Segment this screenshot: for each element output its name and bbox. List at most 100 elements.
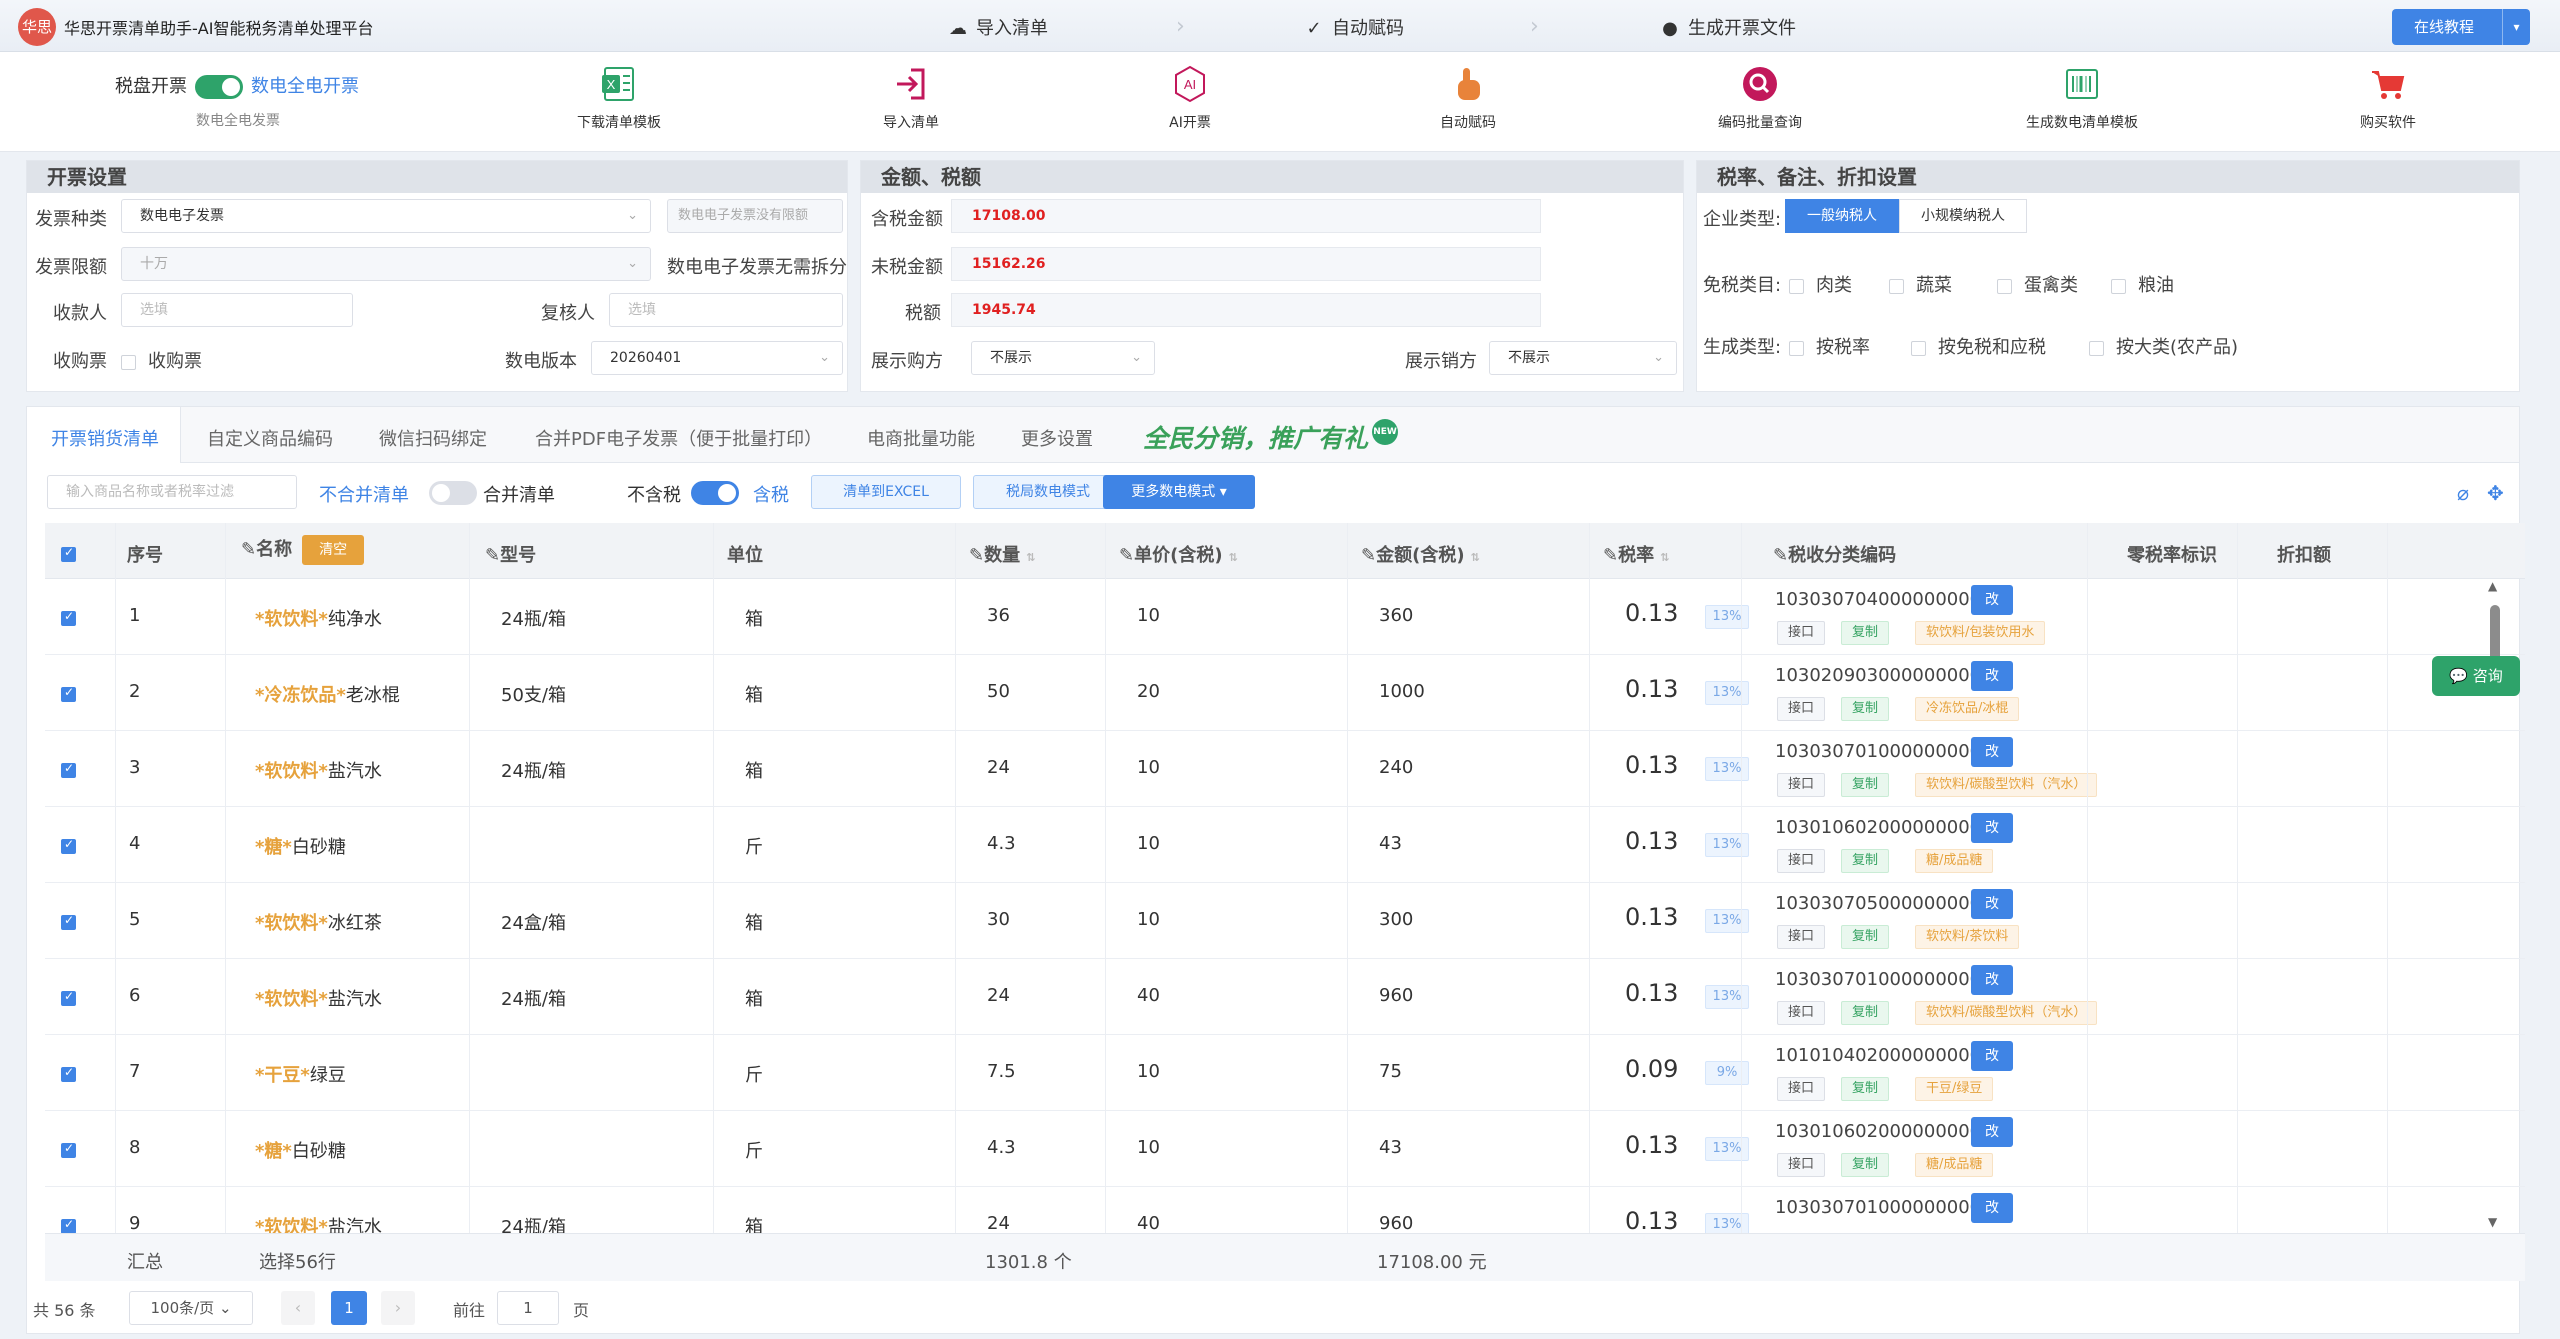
next-page-button[interactable]: ›	[381, 1291, 415, 1325]
row-model[interactable]: 50支/箱	[501, 681, 566, 707]
row-amount[interactable]: 960	[1379, 1213, 1413, 1233]
row-rate[interactable]: 0.13	[1625, 1131, 1678, 1159]
step-auto-code[interactable]: ✓ 自动赋码	[1304, 14, 1404, 40]
merge-toggle[interactable]	[421, 481, 485, 505]
table-row[interactable]: 8 *糖*白砂糖 斤 4.3 10 43 0.13 13% 103010602000000000…	[45, 1111, 2525, 1187]
sort-icon[interactable]: ⇅	[1229, 551, 1238, 564]
row-unit[interactable]: 箱	[745, 681, 763, 707]
row-price[interactable]: 10	[1137, 1061, 1160, 1082]
row-qty[interactable]: 24	[987, 985, 1010, 1006]
scroll-down-icon[interactable]: ▼	[2488, 1215, 2497, 1229]
merge-switch[interactable]	[429, 481, 477, 505]
row-qty[interactable]: 50	[987, 681, 1010, 702]
row-qty[interactable]: 24	[987, 757, 1010, 778]
tab-custom-code[interactable]: 自定义商品编码	[207, 425, 333, 451]
change-code-button[interactable]: 改	[1971, 1117, 2013, 1147]
row-qty[interactable]: 4.3	[987, 833, 1016, 854]
import-list-button[interactable]: 导入清单	[821, 64, 1001, 132]
api-button[interactable]: 接口	[1777, 621, 1826, 645]
table-row[interactable]: 1 *软饮料*纯净水 24瓶/箱 箱 36 10 360 0.13 13% 10303070400…	[45, 579, 2525, 655]
row-unit[interactable]: 斤	[745, 1137, 763, 1163]
tab-more-settings[interactable]: 更多设置	[1021, 425, 1093, 451]
row-name[interactable]: *软饮料*盐汽水	[255, 1213, 382, 1233]
table-row[interactable]: 6 *软饮料*盐汽水 24瓶/箱 箱 24 40 960 0.13 13% 10303070100…	[45, 959, 2525, 1035]
table-row[interactable]: 5 *软饮料*冰红茶 24盒/箱 箱 30 10 300 0.13 13% 10303070500…	[45, 883, 2525, 959]
row-qty[interactable]: 24	[987, 1213, 1010, 1233]
change-code-button[interactable]: 改	[1971, 813, 2013, 843]
row-name[interactable]: *软饮料*纯净水	[255, 605, 382, 631]
change-code-button[interactable]: 改	[1971, 889, 2013, 919]
table-row[interactable]: 9 *软饮料*盐汽水 24瓶/箱 箱 24 40 960 0.13 13% 10303070100…	[45, 1187, 2525, 1233]
copy-button[interactable]: 复制	[1841, 621, 1890, 645]
row-name[interactable]: *冷冻饮品*老冰棍	[255, 681, 400, 707]
tax-mode-button[interactable]: 税局数电模式	[973, 475, 1123, 509]
consult-button[interactable]: 💬 咨询	[2432, 656, 2520, 696]
table-row[interactable]: 7 *干豆*绿豆 斤 7.5 10 75 0.09 9% 1010104020000000000…	[45, 1035, 2525, 1111]
row-rate[interactable]: 0.13	[1625, 979, 1678, 1007]
select-all-checkbox[interactable]	[61, 543, 88, 564]
table-row[interactable]: 3 *软饮料*盐汽水 24瓶/箱 箱 24 10 240 0.13 13% 10303070100…	[45, 731, 2525, 807]
row-checkbox[interactable]	[61, 759, 88, 780]
table-row[interactable]: 2 *冷冻饮品*老冰棍 50支/箱 箱 50 20 1000 0.13 13% 103020903…	[45, 655, 2525, 731]
col-rate[interactable]: ✎税率 ⇅	[1603, 541, 1669, 567]
row-price[interactable]: 40	[1137, 985, 1160, 1006]
row-rate[interactable]: 0.13	[1625, 827, 1678, 855]
col-price[interactable]: ✎单价(含税) ⇅	[1119, 541, 1238, 567]
invoice-mode-switch[interactable]	[195, 75, 243, 99]
row-model[interactable]: 24瓶/箱	[501, 605, 566, 631]
row-checkbox[interactable]	[61, 987, 88, 1008]
sort-icon[interactable]: ⇅	[1026, 551, 1035, 564]
row-checkbox[interactable]	[61, 1139, 88, 1160]
row-amount[interactable]: 43	[1379, 1137, 1402, 1158]
row-unit[interactable]: 斤	[745, 833, 763, 859]
gen-digital-template-button[interactable]: 生成数电清单模板	[1992, 64, 2172, 132]
version-select[interactable]: 20260401 ⌄	[591, 341, 843, 375]
api-button[interactable]: 接口	[1777, 1153, 1826, 1177]
row-price[interactable]: 10	[1137, 833, 1160, 854]
invoice-type-select[interactable]: 数电电子发票 ⌄	[121, 199, 651, 233]
goto-input[interactable]: 1	[497, 1291, 559, 1325]
change-code-button[interactable]: 改	[1971, 585, 2013, 615]
row-unit[interactable]: 斤	[745, 1061, 763, 1087]
tab-merge-pdf[interactable]: 合并PDF电子发票（便于批量打印）	[535, 425, 822, 451]
buy-software-button[interactable]: 购买软件	[2298, 64, 2478, 132]
copy-button[interactable]: 复制	[1841, 1153, 1890, 1177]
page-number[interactable]: 1	[331, 1291, 367, 1325]
auto-code-button[interactable]: 自动赋码	[1378, 64, 1558, 132]
row-name[interactable]: *软饮料*盐汽水	[255, 985, 382, 1011]
row-amount[interactable]: 240	[1379, 757, 1413, 778]
row-qty[interactable]: 4.3	[987, 1137, 1016, 1158]
row-price[interactable]: 40	[1137, 1213, 1160, 1233]
row-model[interactable]: 24瓶/箱	[501, 985, 566, 1011]
row-price[interactable]: 20	[1137, 681, 1160, 702]
row-rate[interactable]: 0.13	[1625, 1207, 1678, 1233]
row-name[interactable]: *糖*白砂糖	[255, 833, 346, 859]
exempt-veg-checkbox[interactable]: 蔬菜	[1889, 271, 1952, 297]
online-tutorial-button[interactable]: 在线教程 ▾	[2392, 9, 2530, 45]
row-rate[interactable]: 0.13	[1625, 903, 1678, 931]
row-amount[interactable]: 43	[1379, 833, 1402, 854]
api-button[interactable]: 接口	[1777, 773, 1826, 797]
copy-button[interactable]: 复制	[1841, 1001, 1890, 1025]
tab-ecommerce[interactable]: 电商批量功能	[867, 425, 975, 451]
row-price[interactable]: 10	[1137, 757, 1160, 778]
seller-display-select[interactable]: 不展示 ⌄	[1489, 341, 1677, 375]
copy-button[interactable]: 复制	[1841, 849, 1890, 873]
row-rate[interactable]: 0.13	[1625, 599, 1678, 627]
buyer-display-select[interactable]: 不展示 ⌄	[971, 341, 1155, 375]
scroll-thumb[interactable]	[2490, 605, 2500, 663]
export-excel-button[interactable]: 清单到EXCEL	[811, 475, 961, 509]
row-unit[interactable]: 箱	[745, 985, 763, 1011]
row-price[interactable]: 10	[1137, 909, 1160, 930]
reviewer-input[interactable]: 选填	[609, 293, 843, 327]
row-unit[interactable]: 箱	[745, 757, 763, 783]
download-template-button[interactable]: X 下载清单模板	[529, 64, 709, 132]
ai-invoice-button[interactable]: AI AI开票	[1100, 64, 1280, 132]
tab-wechat-bind[interactable]: 微信扫码绑定	[379, 425, 487, 451]
copy-button[interactable]: 复制	[1841, 925, 1890, 949]
col-amount[interactable]: ✎金额(含税) ⇅	[1361, 541, 1480, 567]
table-row[interactable]: 4 *糖*白砂糖 斤 4.3 10 43 0.13 13% 103010602000000000…	[45, 807, 2525, 883]
row-checkbox[interactable]	[61, 911, 88, 932]
page-size-select[interactable]: 100条/页 ⌄	[129, 1291, 253, 1325]
api-button[interactable]: 接口	[1777, 1001, 1826, 1025]
